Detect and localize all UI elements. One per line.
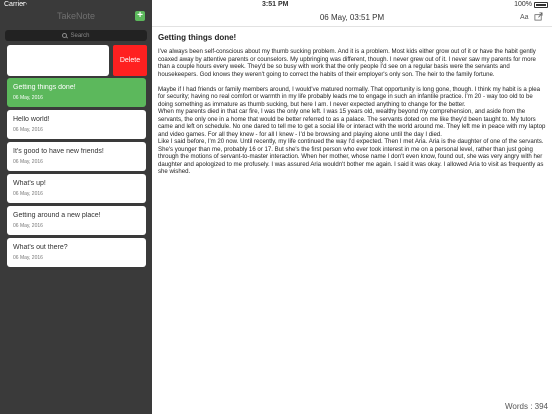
list-item[interactable]: Getting around a new place! 06 May, 2016 — [7, 206, 146, 235]
note-list: Getting things done! 06 May, 2016 Hello … — [7, 78, 146, 270]
search-icon — [62, 33, 68, 38]
swiped-note-row[interactable] — [7, 45, 109, 76]
note-paragraph: I've always been self-conscious about my… — [158, 48, 536, 78]
note-body[interactable]: Getting things done! I've always been se… — [158, 33, 548, 183]
sidebar: TakeNote + Search Delete Getting things … — [0, 0, 152, 414]
note-paragraph: Maybe if I had friends or family members… — [158, 85, 546, 176]
search-field[interactable]: Search — [5, 30, 147, 41]
note-editor: 06 May, 03:51 PM Aa Getting things done!… — [152, 0, 552, 414]
list-item[interactable]: Hello world! 06 May, 2016 — [7, 110, 146, 139]
app-title: TakeNote — [56, 11, 96, 21]
battery-percent: 100% — [514, 1, 532, 8]
note-date: 06 May, 2016 — [13, 191, 43, 197]
list-item[interactable]: It's good to have new friends! 06 May, 2… — [7, 142, 146, 171]
list-item[interactable]: Getting things done! 06 May, 2016 — [7, 78, 146, 107]
share-icon[interactable] — [534, 12, 543, 21]
note-heading: Getting things done! — [158, 33, 237, 42]
battery-icon — [534, 1, 548, 8]
note-title: Getting around a new place! — [13, 212, 101, 219]
battery-indicator: 100% — [514, 1, 548, 8]
status-time: 3:51 PM — [262, 1, 289, 8]
note-date: 06 May, 2016 — [13, 159, 43, 165]
note-date: 06 May, 2016 — [13, 223, 43, 229]
list-item[interactable]: What's out there? 06 May, 2016 — [7, 238, 146, 267]
search-placeholder: Search — [70, 32, 90, 39]
plus-icon: + — [137, 10, 143, 21]
word-count: Words : 394 — [505, 402, 548, 411]
note-title: It's good to have new friends! — [13, 148, 104, 155]
font-size-button[interactable]: Aa — [520, 14, 529, 21]
note-date: 06 May, 2016 — [13, 255, 43, 261]
list-item[interactable]: What's up! 06 May, 2016 — [7, 174, 146, 203]
note-header-date: 06 May, 03:51 PM — [319, 13, 385, 22]
note-title: What's out there? — [13, 244, 68, 251]
add-note-button[interactable]: + — [135, 11, 145, 21]
note-title: What's up! — [13, 180, 46, 187]
wifi-icon: ◠ — [22, 2, 28, 8]
status-bar: Carrier ◠ 3:51 PM 100% — [0, 0, 552, 10]
note-date: 06 May, 2016 — [13, 127, 43, 133]
delete-button[interactable]: Delete — [113, 45, 147, 76]
note-title: Getting things done! — [13, 84, 76, 91]
note-date: 06 May, 2016 — [13, 95, 43, 101]
header-divider — [152, 26, 552, 27]
note-title: Hello world! — [13, 116, 50, 123]
